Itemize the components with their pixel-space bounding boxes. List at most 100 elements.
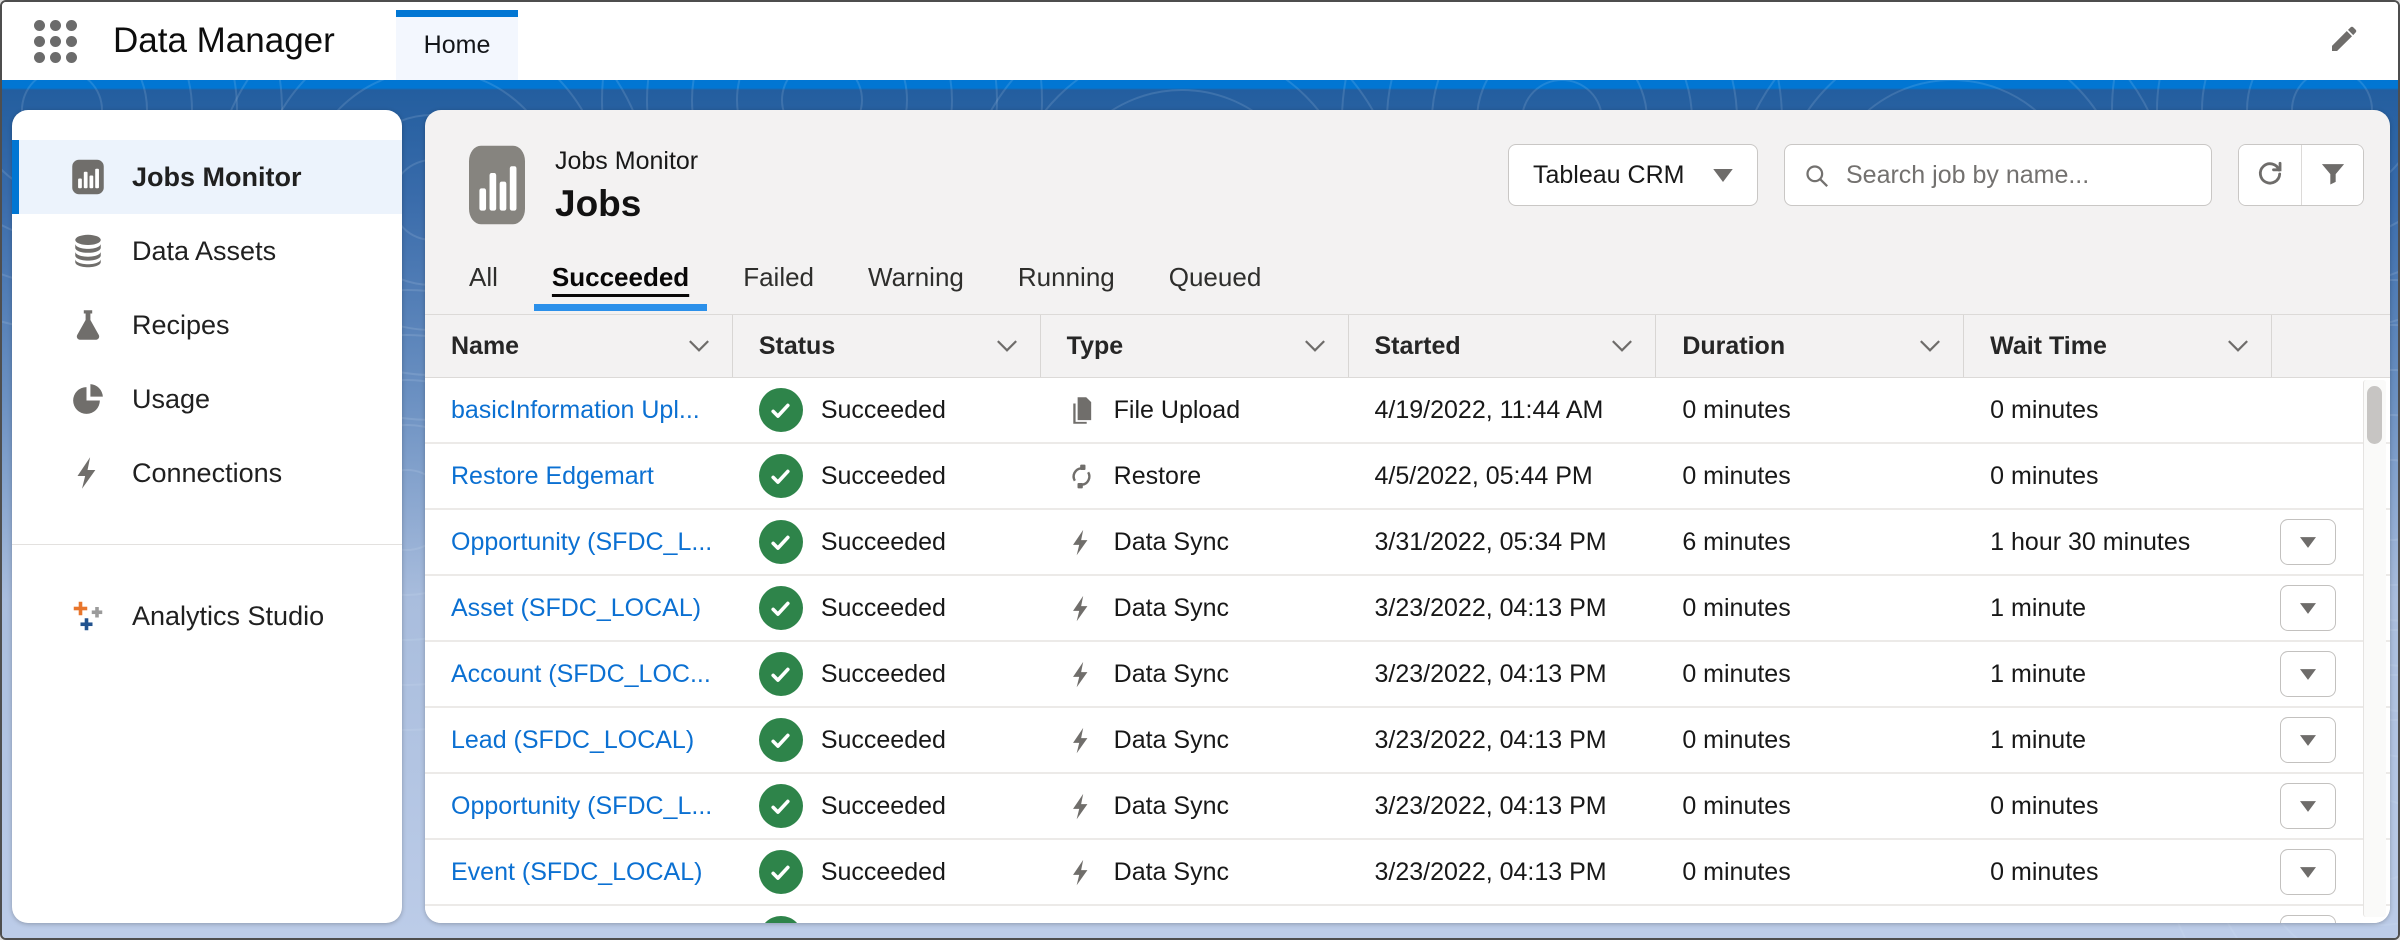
job-name-link[interactable]: Lead (SFDC_LOCAL)	[451, 726, 694, 755]
cell-type: Data Sync	[1041, 510, 1349, 574]
data-sync-icon	[1067, 858, 1096, 887]
cell-type: Data Sync	[1041, 840, 1349, 904]
cell-duration: 0 minutes	[1656, 840, 1964, 904]
jobs-monitor-icon	[70, 159, 106, 195]
job-name-link[interactable]: Opportunity (SFDC_L...	[451, 792, 712, 821]
status-text: Succeeded	[821, 660, 946, 689]
cell-duration: 0 minutes	[1656, 708, 1964, 772]
column-header-type[interactable]: Type	[1041, 315, 1349, 377]
cell-name: Lead (SFDC_LOCAL)	[425, 708, 733, 772]
sidebar-item-usage[interactable]: Usage	[12, 362, 402, 436]
status-text: Succeeded	[821, 594, 946, 623]
column-header-status[interactable]: Status	[733, 315, 1041, 377]
success-check-icon	[759, 784, 803, 828]
tab-failed[interactable]: Failed	[739, 248, 818, 307]
sidebar-item-recipes[interactable]: Recipes	[12, 288, 402, 362]
table-body: basicInformation Upl... Succeeded File U…	[425, 378, 2390, 923]
tab-queued[interactable]: Queued	[1165, 248, 1266, 307]
column-header-actions	[2272, 315, 2390, 377]
chevron-down-icon[interactable]	[2227, 339, 2249, 353]
app-launcher-waffle-icon[interactable]	[34, 20, 77, 63]
cell-name: Asset (SFDC_LOCAL)	[425, 576, 733, 640]
sidebar-item-label: Recipes	[132, 310, 230, 341]
job-name-link[interactable]: basicInformation Upl...	[451, 396, 700, 425]
job-name-link[interactable]: Account (SFDC_LOC...	[451, 660, 711, 689]
column-header-duration[interactable]: Duration	[1656, 315, 1964, 377]
sidebar-item-label: Data Assets	[132, 236, 276, 267]
cell-wait-time: 1 minute	[1964, 576, 2272, 640]
scrollbar-thumb[interactable]	[2367, 386, 2382, 444]
row-actions-dropdown-button[interactable]	[2280, 585, 2336, 631]
cell-name: Event (SFDC_LOCAL)	[425, 840, 733, 904]
filter-button[interactable]	[2301, 145, 2363, 205]
chevron-down-icon[interactable]	[1919, 339, 1941, 353]
cell-status: Succeeded	[733, 510, 1041, 574]
status-text: Succeeded	[821, 528, 946, 557]
job-name-link[interactable]: Opportunity (SFDC_L...	[451, 528, 712, 557]
app-selector-dropdown[interactable]: Tableau CRM	[1508, 144, 1758, 206]
type-text: File Upload	[1114, 396, 1240, 425]
triangle-down-icon	[1713, 169, 1733, 182]
row-actions-dropdown-button[interactable]	[2280, 519, 2336, 565]
breadcrumb: Jobs Monitor	[555, 147, 698, 176]
sidebar-item-analytics-studio[interactable]: Analytics Studio	[12, 579, 402, 653]
column-header-started[interactable]: Started	[1349, 315, 1657, 377]
success-check-icon	[759, 916, 803, 923]
success-check-icon	[759, 850, 803, 894]
cell-type: Data Sync	[1041, 708, 1349, 772]
sidebar-item-jobs-monitor[interactable]: Jobs Monitor	[12, 140, 402, 214]
chevron-down-icon[interactable]	[1611, 339, 1633, 353]
cell-status: Succeeded	[733, 444, 1041, 508]
job-name-link[interactable]: Restore Edgemart	[451, 462, 654, 491]
job-name-link[interactable]: Event (SFDC_LOCAL)	[451, 858, 702, 887]
cell-started: 3/23/2022, 04:13 PM	[1349, 774, 1657, 838]
success-check-icon	[759, 718, 803, 762]
column-label: Duration	[1682, 332, 1785, 361]
triangle-down-icon	[2300, 801, 2316, 812]
row-actions-dropdown-button[interactable]	[2280, 783, 2336, 829]
table-row: Restore Edgemart Succeeded Restore 4/5/2…	[425, 444, 2390, 510]
cell-type: Data Sync	[1041, 642, 1349, 706]
sidebar-item-connections[interactable]: Connections	[12, 436, 402, 510]
chevron-down-icon[interactable]	[1304, 339, 1326, 353]
refresh-button[interactable]	[2239, 145, 2301, 205]
cell-started: 3/23/2022, 04:13 PM	[1349, 576, 1657, 640]
chevron-down-icon[interactable]	[996, 339, 1018, 353]
sidebar-item-data-assets[interactable]: Data Assets	[12, 214, 402, 288]
table-row: Lead (SFDC_LOCAL) Succeeded Data Sync 3/…	[425, 708, 2390, 774]
filter-icon	[2319, 160, 2347, 191]
cell-type: Restore	[1041, 444, 1349, 508]
edit-pencil-icon[interactable]	[2328, 23, 2360, 60]
job-search-input[interactable]	[1844, 160, 2193, 191]
chevron-down-icon[interactable]	[688, 339, 710, 353]
sidebar-item-label: Usage	[132, 384, 210, 415]
usage-icon	[70, 381, 106, 417]
restore-icon	[1067, 462, 1096, 491]
cell-name: Opportunity (SFDC_L...	[425, 510, 733, 574]
tab-succeeded[interactable]: Succeeded	[548, 248, 693, 307]
sidebar-items: Jobs Monitor Data Assets Recipes Usage C…	[12, 110, 402, 510]
tab-all[interactable]: All	[465, 248, 502, 307]
row-actions-dropdown-button[interactable]	[2280, 849, 2336, 895]
column-header-wait-time[interactable]: Wait Time	[1964, 315, 2272, 377]
tab-home[interactable]: Home	[396, 10, 518, 80]
row-actions-dropdown-button[interactable]	[2280, 651, 2336, 697]
cell-duration: 6 minutes	[1656, 510, 1964, 574]
cell-duration: 0 minutes	[1656, 642, 1964, 706]
tab-running[interactable]: Running	[1014, 248, 1119, 307]
cell-name	[425, 906, 733, 923]
row-actions-dropdown-button[interactable]	[2280, 915, 2336, 923]
cell-wait-time: 0 minutes	[1964, 444, 2272, 508]
tab-warning[interactable]: Warning	[864, 248, 968, 307]
cell-status: Succeeded	[733, 576, 1041, 640]
job-name-link[interactable]: Asset (SFDC_LOCAL)	[451, 594, 701, 623]
vertical-scrollbar[interactable]	[2363, 380, 2386, 917]
status-text: Succeeded	[821, 396, 946, 425]
row-actions-dropdown-button[interactable]	[2280, 717, 2336, 763]
column-header-name[interactable]: Name	[425, 315, 733, 377]
cell-name: Opportunity (SFDC_L...	[425, 774, 733, 838]
cell-status: Succeeded	[733, 378, 1041, 442]
analytics-studio-icon	[70, 598, 106, 634]
pencil-icon	[2328, 23, 2360, 60]
cell-wait-time: 1 minute	[1964, 708, 2272, 772]
